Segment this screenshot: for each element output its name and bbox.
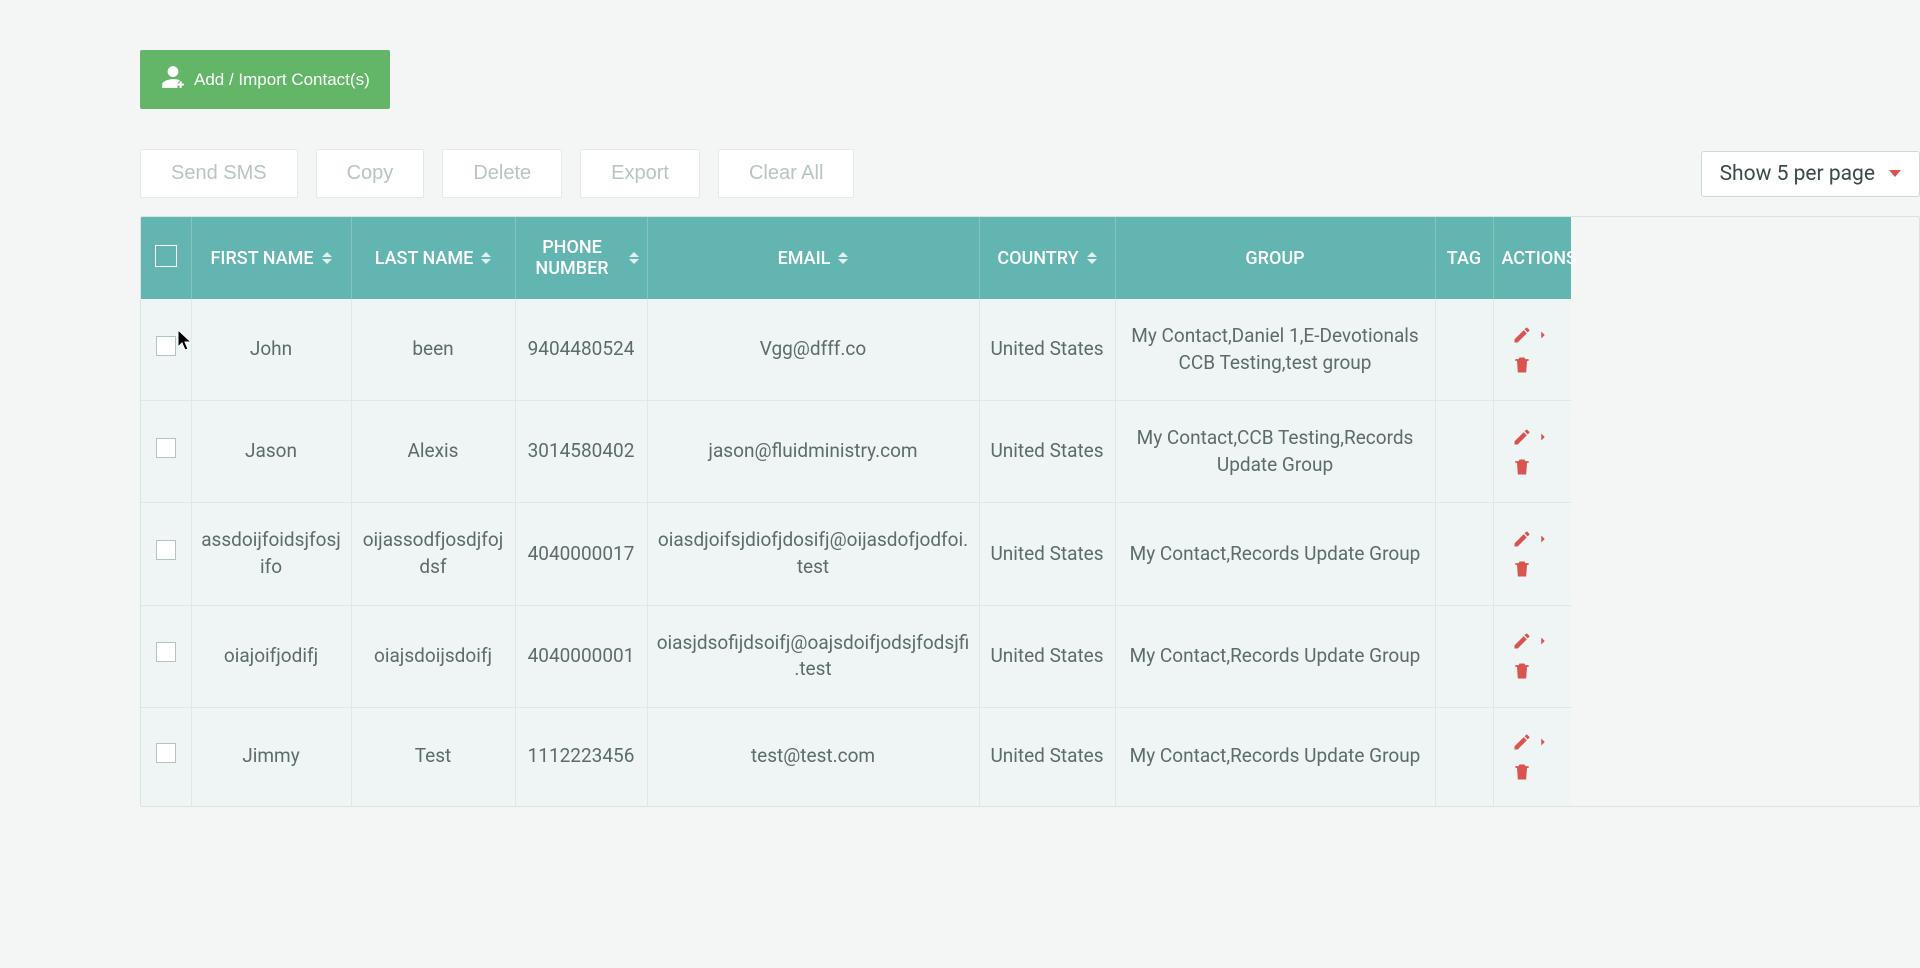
row-checkbox[interactable] — [156, 743, 176, 763]
header-country-label: COUNTRY — [997, 248, 1078, 269]
edit-button[interactable] — [1512, 732, 1550, 752]
cell-group: My Contact,Daniel 1,E-Devotionals CCB Te… — [1115, 299, 1435, 401]
header-country[interactable]: COUNTRY — [979, 217, 1115, 299]
edit-button[interactable] — [1512, 631, 1550, 651]
header-tag-label: TAG — [1447, 248, 1481, 269]
header-last-name-label: LAST NAME — [375, 248, 474, 269]
delete-row-button[interactable] — [1512, 457, 1532, 477]
table-row: assdoijfoidsjfosjifooijassodfjosdjfojdsf… — [141, 503, 1571, 605]
cell-email: oiasdjoifsjdiofjdosifj@oijasdofjodfoi.te… — [647, 503, 979, 605]
header-group-label: GROUP — [1245, 248, 1304, 269]
cell-country: United States — [979, 299, 1115, 401]
cell-tag — [1435, 299, 1493, 401]
sort-icon — [838, 252, 848, 264]
cell-group: My Contact,Records Update Group — [1115, 605, 1435, 707]
cell-phone: 3014580402 — [515, 401, 647, 503]
cell-group: My Contact,Records Update Group — [1115, 707, 1435, 806]
cell-phone: 9404480524 — [515, 299, 647, 401]
table-row: JasonAlexis3014580402jason@fluidministry… — [141, 401, 1571, 503]
add-import-contacts-label: Add / Import Contact(s) — [194, 70, 370, 90]
page-size-label: Show 5 per page — [1720, 162, 1875, 186]
select-all-checkbox[interactable] — [155, 245, 177, 267]
header-actions-label: ACTIONS — [1502, 248, 1577, 269]
cell-email: oiasjdsofijdsoifj@oajsdoifjodsjfodsjfi.t… — [647, 605, 979, 707]
header-tag: TAG — [1435, 217, 1493, 299]
contacts-table: FIRST NAME LAST NAME PHONE NUMBER EMAIL … — [141, 217, 1571, 806]
cell-phone: 4040000017 — [515, 503, 647, 605]
caret-down-icon — [1889, 170, 1901, 177]
header-phone-label: PHONE NUMBER — [524, 237, 621, 279]
cell-last-name: been — [351, 299, 515, 401]
cell-tag — [1435, 707, 1493, 806]
sort-icon — [322, 252, 332, 264]
cell-email: test@test.com — [647, 707, 979, 806]
cell-country: United States — [979, 503, 1115, 605]
contacts-table-container: FIRST NAME LAST NAME PHONE NUMBER EMAIL … — [140, 216, 1920, 807]
cell-actions — [1493, 299, 1571, 401]
header-actions: ACTIONS — [1493, 217, 1571, 299]
cell-tag — [1435, 401, 1493, 503]
cell-country: United States — [979, 605, 1115, 707]
cell-email: jason@fluidministry.com — [647, 401, 979, 503]
row-checkbox[interactable] — [156, 336, 176, 356]
cell-phone: 4040000001 — [515, 605, 647, 707]
edit-button[interactable] — [1512, 529, 1550, 549]
header-group: GROUP — [1115, 217, 1435, 299]
table-header-row: FIRST NAME LAST NAME PHONE NUMBER EMAIL … — [141, 217, 1571, 299]
header-select-all — [141, 217, 191, 299]
sort-icon — [629, 252, 639, 264]
edit-button[interactable] — [1512, 427, 1550, 447]
cell-first-name: Jimmy — [191, 707, 351, 806]
edit-button[interactable] — [1512, 325, 1550, 345]
cell-tag — [1435, 503, 1493, 605]
delete-row-button[interactable] — [1512, 355, 1532, 375]
table-row: JimmyTest1112223456test@test.comUnited S… — [141, 707, 1571, 806]
cell-country: United States — [979, 707, 1115, 806]
cell-group: My Contact,Records Update Group — [1115, 503, 1435, 605]
delete-row-button[interactable] — [1512, 559, 1532, 579]
header-last-name[interactable]: LAST NAME — [351, 217, 515, 299]
cell-country: United States — [979, 401, 1115, 503]
cell-group: My Contact,CCB Testing,Records Update Gr… — [1115, 401, 1435, 503]
export-button[interactable]: Export — [580, 149, 700, 198]
delete-button[interactable]: Delete — [442, 149, 562, 198]
cell-actions — [1493, 503, 1571, 605]
sort-icon — [1087, 252, 1097, 264]
cell-last-name: oijassodfjosdjfojdsf — [351, 503, 515, 605]
header-phone-number[interactable]: PHONE NUMBER — [515, 217, 647, 299]
cell-first-name: assdoijfoidsjfosjifo — [191, 503, 351, 605]
add-import-contacts-button[interactable]: Add / Import Contact(s) — [140, 50, 390, 109]
row-checkbox[interactable] — [156, 438, 176, 458]
table-row: oiajoifjodifjoiajsdoijsdoifj4040000001oi… — [141, 605, 1571, 707]
header-email[interactable]: EMAIL — [647, 217, 979, 299]
cell-first-name: oiajoifjodifj — [191, 605, 351, 707]
clear-all-button[interactable]: Clear All — [718, 149, 854, 198]
row-checkbox[interactable] — [156, 540, 176, 560]
person-plus-icon — [160, 64, 186, 95]
page-size-select[interactable]: Show 5 per page — [1701, 151, 1920, 197]
copy-button[interactable]: Copy — [316, 149, 425, 198]
cell-last-name: oiajsdoijsdoifj — [351, 605, 515, 707]
sort-icon — [481, 252, 491, 264]
row-checkbox[interactable] — [156, 642, 176, 662]
cell-actions — [1493, 707, 1571, 806]
cell-tag — [1435, 605, 1493, 707]
cell-first-name: John — [191, 299, 351, 401]
cell-actions — [1493, 605, 1571, 707]
cell-actions — [1493, 401, 1571, 503]
send-sms-button[interactable]: Send SMS — [140, 149, 298, 198]
delete-row-button[interactable] — [1512, 661, 1532, 681]
cell-phone: 1112223456 — [515, 707, 647, 806]
cell-first-name: Jason — [191, 401, 351, 503]
header-first-name-label: FIRST NAME — [210, 248, 313, 269]
delete-row-button[interactable] — [1512, 762, 1532, 782]
header-first-name[interactable]: FIRST NAME — [191, 217, 351, 299]
header-email-label: EMAIL — [778, 248, 831, 269]
cell-last-name: Test — [351, 707, 515, 806]
cell-last-name: Alexis — [351, 401, 515, 503]
table-row: Johnbeen9404480524Vgg@dfff.coUnited Stat… — [141, 299, 1571, 401]
cell-email: Vgg@dfff.co — [647, 299, 979, 401]
